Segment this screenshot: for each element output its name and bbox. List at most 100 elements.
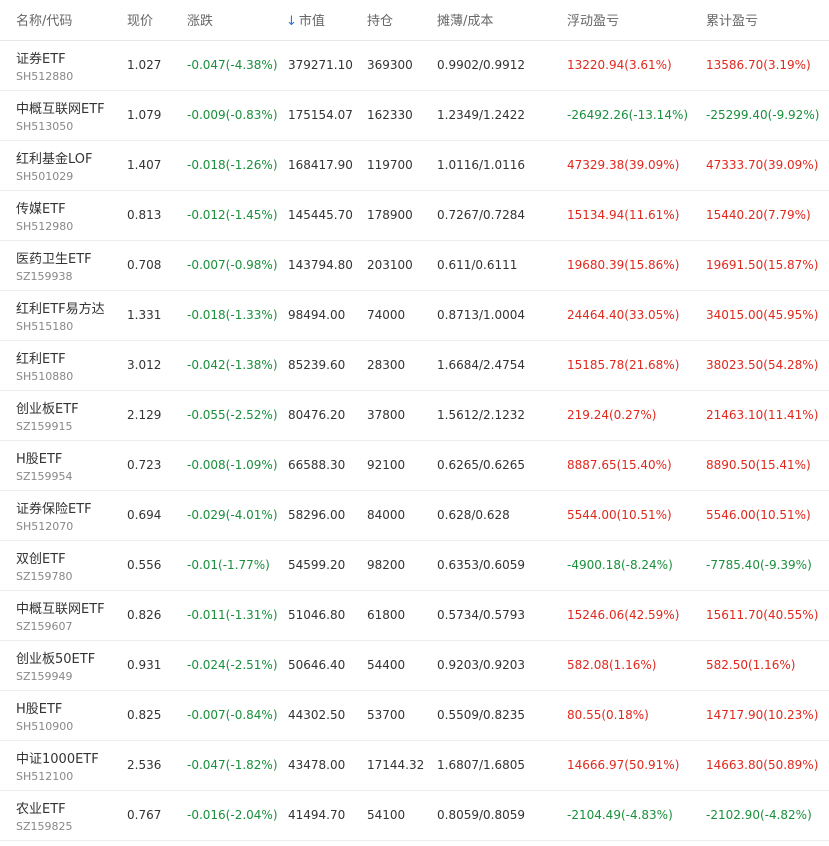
acc-pnl-cell: 21463.10(11.41%) <box>706 408 819 422</box>
change-cell: -0.011(-1.31%) <box>187 608 278 622</box>
float-pnl-cell: -2104.49(-4.83%) <box>567 808 673 822</box>
position-cell: 37800 <box>367 408 406 422</box>
market-value-cell: 168417.90 <box>288 158 353 172</box>
fund-code: SH512880 <box>16 70 74 83</box>
market-value-cell: 43478.00 <box>288 758 346 772</box>
fund-code: SZ159938 <box>16 270 73 283</box>
float-pnl-cell: 15246.06(42.59%) <box>567 608 680 622</box>
fund-name: 医药卫生ETF <box>16 252 92 267</box>
cost-cell: 0.9203/0.9203 <box>437 658 526 672</box>
float-pnl-cell: 14666.97(50.91%) <box>567 758 680 772</box>
change-cell: -0.008(-1.09%) <box>187 458 278 472</box>
acc-pnl-cell: 13586.70(3.19%) <box>706 58 811 72</box>
market-value-cell: 51046.80 <box>288 608 346 622</box>
table-row[interactable]: 红利ETF易方达 SH515180 1.331 -0.018(-1.33%) 98494… <box>0 291 829 341</box>
float-pnl-cell: 8887.65(15.40%) <box>567 458 672 472</box>
float-pnl-cell: 24464.40(33.05%) <box>567 308 680 322</box>
change-cell: -0.029(-4.01%) <box>187 508 278 522</box>
cost-cell: 0.8713/1.0004 <box>437 308 526 322</box>
position-cell: 84000 <box>367 508 406 522</box>
header-float-pnl[interactable]: 浮动盈亏 <box>567 10 619 29</box>
fund-name: 红利ETF <box>16 352 66 367</box>
cost-cell: 1.6807/1.6805 <box>437 758 526 772</box>
fund-name: 创业板ETF <box>16 402 79 417</box>
table-row[interactable]: 中概互联网ETF SH513050 1.079 -0.009(-0.83%) 17515… <box>0 91 829 141</box>
position-cell: 54100 <box>367 808 406 822</box>
header-acc-pnl[interactable]: 累计盈亏 <box>706 10 758 29</box>
table-row[interactable]: 证券保险ETF SH512070 0.694 -0.029(-4.01%) 58296.… <box>0 491 829 541</box>
fund-name: 红利ETF易方达 <box>16 302 105 317</box>
change-cell: -0.047(-4.38%) <box>187 58 278 72</box>
table-row[interactable]: 中概互联网ETF SZ159607 0.826 -0.011(-1.31%) 51046… <box>0 591 829 641</box>
cost-cell: 0.7267/0.7284 <box>437 208 526 222</box>
cost-cell: 1.5612/2.1232 <box>437 408 526 422</box>
position-cell: 98200 <box>367 558 406 572</box>
position-cell: 119700 <box>367 158 413 172</box>
header-cost[interactable]: 摊薄/成本 <box>437 10 493 29</box>
market-value-cell: 50646.40 <box>288 658 346 672</box>
position-cell: 92100 <box>367 458 406 472</box>
table-row[interactable]: 创业板ETF SZ159915 2.129 -0.055(-2.52%) 80476.2… <box>0 391 829 441</box>
fund-code: SH512100 <box>16 770 74 783</box>
fund-code: SZ159607 <box>16 620 73 633</box>
fund-code: SH512070 <box>16 520 74 533</box>
price-cell: 1.079 <box>127 108 162 122</box>
fund-name: H股ETF <box>16 452 63 467</box>
table-row[interactable]: H股ETF SZ159954 0.723 -0.008(-1.09%) 66588.30… <box>0 441 829 491</box>
header-name-code[interactable]: 名称/代码 <box>16 10 72 29</box>
position-cell: 162330 <box>367 108 413 122</box>
fund-name: 证券ETF <box>16 52 66 67</box>
market-value-cell: 143794.80 <box>288 258 353 272</box>
cost-cell: 0.628/0.628 <box>437 508 510 522</box>
change-cell: -0.024(-2.51%) <box>187 658 278 672</box>
position-cell: 61800 <box>367 608 406 622</box>
fund-code: SZ159954 <box>16 470 73 483</box>
acc-pnl-cell: -7785.40(-9.39%) <box>706 558 812 572</box>
header-position[interactable]: 持仓 <box>367 10 393 29</box>
price-cell: 0.826 <box>127 608 162 622</box>
price-cell: 0.813 <box>127 208 162 222</box>
price-cell: 1.407 <box>127 158 162 172</box>
table-row[interactable]: 创业板50ETF SZ159949 0.931 -0.024(-2.51%) 50646… <box>0 641 829 691</box>
fund-name: 红利基金LOF <box>16 152 93 167</box>
position-cell: 178900 <box>367 208 413 222</box>
table-row[interactable]: 红利ETF SH510880 3.012 -0.042(-1.38%) 85239.60… <box>0 341 829 391</box>
change-cell: -0.018(-1.33%) <box>187 308 278 322</box>
acc-pnl-cell: 47333.70(39.09%) <box>706 158 819 172</box>
float-pnl-cell: 19680.39(15.86%) <box>567 258 680 272</box>
float-pnl-cell: 5544.00(10.51%) <box>567 508 672 522</box>
fund-code: SH515180 <box>16 320 74 333</box>
acc-pnl-cell: 15440.20(7.79%) <box>706 208 811 222</box>
table-row[interactable]: 证券ETF SH512880 1.027 -0.047(-4.38%) 379271.1… <box>0 41 829 91</box>
sort-desc-icon: ↓ <box>286 14 297 29</box>
price-cell: 0.767 <box>127 808 162 822</box>
acc-pnl-cell: 14663.80(50.89%) <box>706 758 819 772</box>
table-row[interactable]: 传媒ETF SH512980 0.813 -0.012(-1.45%) 145445.7… <box>0 191 829 241</box>
change-cell: -0.042(-1.38%) <box>187 358 278 372</box>
acc-pnl-cell: 14717.90(10.23%) <box>706 708 819 722</box>
fund-name: 创业板50ETF <box>16 652 96 667</box>
market-value-cell: 145445.70 <box>288 208 353 222</box>
change-cell: -0.047(-1.82%) <box>187 758 278 772</box>
position-cell: 54400 <box>367 658 406 672</box>
float-pnl-cell: 80.55(0.18%) <box>567 708 649 722</box>
fund-name: 中证1000ETF <box>16 752 99 767</box>
header-change[interactable]: 涨跌 <box>187 10 213 29</box>
cost-cell: 0.8059/0.8059 <box>437 808 526 822</box>
table-row[interactable]: 红利基金LOF SH501029 1.407 -0.018(-1.26%) 168417… <box>0 141 829 191</box>
table-row[interactable]: H股ETF SH510900 0.825 -0.007(-0.84%) 44302.50… <box>0 691 829 741</box>
cost-cell: 0.6265/0.6265 <box>437 458 526 472</box>
fund-code: SH501029 <box>16 170 74 183</box>
market-value-cell: 58296.00 <box>288 508 346 522</box>
table-row[interactable]: 农业ETF SZ159825 0.767 -0.016(-2.04%) 41494.70… <box>0 791 829 841</box>
fund-name: 证券保险ETF <box>16 502 92 517</box>
acc-pnl-cell: 5546.00(10.51%) <box>706 508 811 522</box>
acc-pnl-cell: 34015.00(45.95%) <box>706 308 819 322</box>
header-price[interactable]: 现价 <box>127 10 153 29</box>
header-market-value[interactable]: ↓ 市值 <box>286 10 325 29</box>
table-row[interactable]: 医药卫生ETF SZ159938 0.708 -0.007(-0.98%) 143794… <box>0 241 829 291</box>
acc-pnl-cell: -25299.40(-9.92%) <box>706 108 820 122</box>
table-row[interactable]: 双创ETF SZ159780 0.556 -0.01(-1.77%) 54599.20 9… <box>0 541 829 591</box>
table-row[interactable]: 中证1000ETF SH512100 2.536 -0.047(-1.82%) 4347… <box>0 741 829 791</box>
market-value-cell: 98494.00 <box>288 308 346 322</box>
